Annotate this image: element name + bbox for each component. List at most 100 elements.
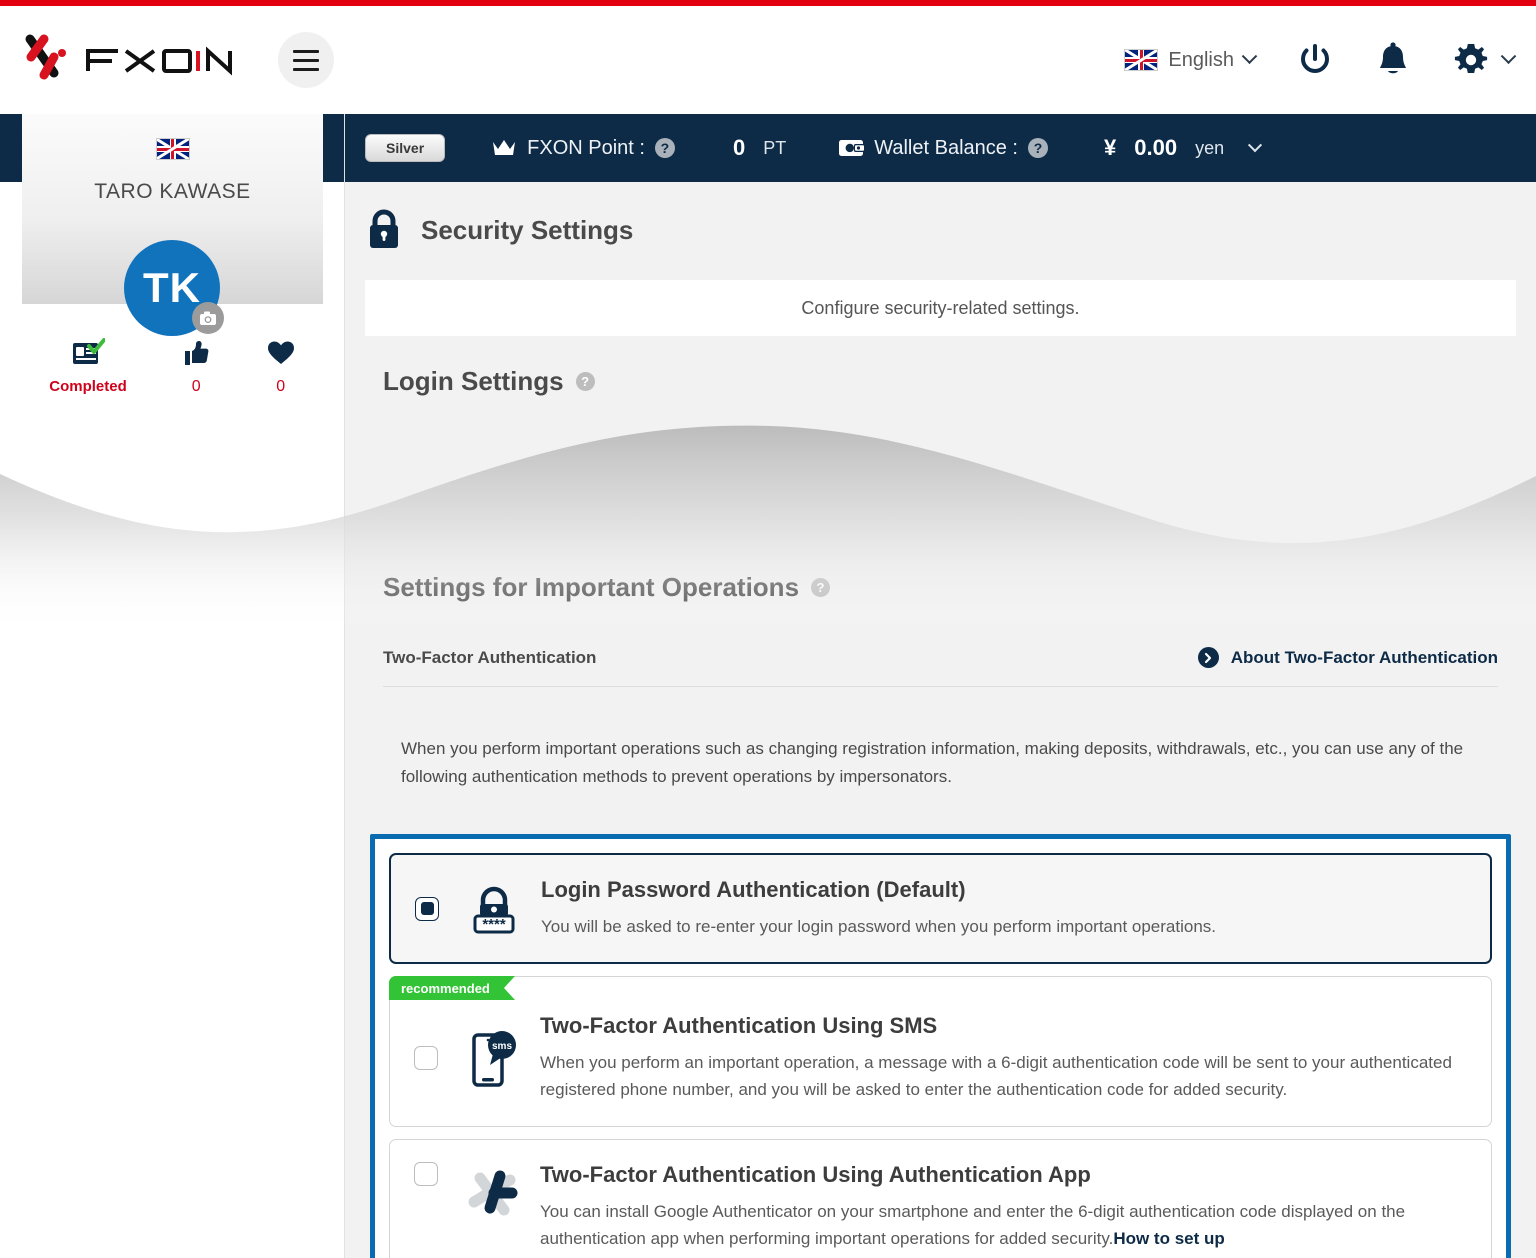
hamburger-line <box>293 67 319 71</box>
language-label: English <box>1168 48 1234 71</box>
login-settings-header: Login Settings ? <box>345 336 1536 397</box>
fxon-x-mark-icon <box>25 34 66 80</box>
important-ops-header: Settings for Important Operations ? <box>345 572 1536 603</box>
important-ops-heading: Settings for Important Operations <box>383 572 800 602</box>
uk-flag-icon <box>1124 49 1159 71</box>
fxon-point-label: FXON Point : <box>527 136 645 159</box>
notifications-button[interactable] <box>1375 40 1411 80</box>
chevron-right-circle-icon <box>1197 647 1219 668</box>
svg-text:****: **** <box>482 916 506 933</box>
auth-option-authenticator-app-desc: You can install Google Authenticator on … <box>540 1198 1473 1252</box>
sidebar-rail-left <box>0 114 22 182</box>
brand-logo[interactable] <box>20 31 234 89</box>
sidebar-rail-right <box>322 114 344 182</box>
power-button[interactable] <box>1295 40 1335 80</box>
wallet-currency-chevron-down-icon[interactable] <box>1248 138 1263 153</box>
auth-option-login-password-body: Login Password Authentication (Default) … <box>531 877 1472 940</box>
wallet-icon <box>839 140 865 156</box>
stat-favorites[interactable]: 0 <box>266 338 296 396</box>
two-factor-info-text: When you perform important operations su… <box>383 717 1498 811</box>
hamburger-line <box>293 49 319 53</box>
auth-option-login-password-radio[interactable] <box>415 896 439 921</box>
account-status-bar: Silver FXON Point : ? 0 PT Wallet Balanc… <box>345 114 1536 182</box>
app-header: English <box>0 6 1536 114</box>
bell-icon <box>1380 42 1406 74</box>
stat-favorites-label: 0 <box>276 378 286 395</box>
how-to-set-up-link[interactable]: How to set up <box>1113 1229 1224 1248</box>
rank-badge[interactable]: Silver <box>365 134 446 162</box>
recommended-badge: recommended <box>389 976 515 1001</box>
phone-sms-icon: sms <box>456 1023 530 1093</box>
fxon-point-help-icon[interactable]: ? <box>654 138 675 158</box>
language-selector[interactable]: English <box>1124 47 1258 72</box>
stat-verification-label: Completed <box>49 378 127 395</box>
about-two-factor-link[interactable]: About Two-Factor Authentication <box>1197 647 1498 668</box>
wallet-balance-label: Wallet Balance : <box>874 136 1018 159</box>
login-settings-heading: Login Settings <box>383 366 564 396</box>
auth-option-sms-radio[interactable] <box>414 1046 438 1071</box>
wallet-currency-unit: yen <box>1195 137 1225 158</box>
stat-likes-label: 0 <box>191 378 201 395</box>
page-description-card: Configure security-related settings. <box>365 280 1516 336</box>
app-window: English TARO KAWASE TK Completed 0 0 Sil… <box>0 0 1536 1258</box>
page-title: Security Settings <box>421 214 634 245</box>
avatar-upload-button[interactable] <box>192 302 224 334</box>
header-actions: English <box>1124 40 1536 80</box>
hamburger-line <box>293 58 319 62</box>
auth-option-authenticator-app-body: Two-Factor Authentication Using Authenti… <box>530 1162 1473 1252</box>
auth-option-authenticator-app-radio[interactable] <box>414 1161 438 1186</box>
chevron-down-icon <box>1241 47 1258 64</box>
important-ops-help-icon[interactable]: ? <box>811 578 831 597</box>
wallet-balance-group: Wallet Balance : ? ¥ 0.00 yen <box>838 135 1263 161</box>
wallet-balance-value: 0.00 <box>1134 135 1178 160</box>
important-operations-section: Settings for Important Operations ? Two-… <box>345 572 1536 1258</box>
lock-icon <box>370 209 398 248</box>
auth-option-sms[interactable]: recommended sms Two-Factor Authenticatio… <box>389 976 1492 1127</box>
auth-option-sms-title: Two-Factor Authentication Using SMS <box>540 1013 938 1039</box>
camera-icon <box>200 311 216 325</box>
two-factor-label-row: Two-Factor Authentication About Two-Fact… <box>383 647 1498 687</box>
page-description: Configure security-related settings. <box>801 297 1080 318</box>
padlock-asterisks-icon: **** <box>457 878 531 940</box>
fxon-point-unit: PT <box>763 137 787 158</box>
wallet-currency-symbol: ¥ <box>1104 135 1117 160</box>
auth-option-login-password-desc: You will be asked to re-enter your login… <box>541 917 1217 937</box>
sidebar: TARO KAWASE TK Completed 0 0 <box>0 114 345 1258</box>
id-card-verified-icon <box>72 338 105 364</box>
wallet-balance-help-icon[interactable]: ? <box>1028 138 1048 158</box>
svg-text:sms: sms <box>492 1041 512 1052</box>
power-icon <box>1301 44 1329 73</box>
stat-verification[interactable]: Completed <box>49 338 127 395</box>
settings-menu-button[interactable] <box>1451 40 1517 80</box>
profile-stats: Completed 0 0 <box>22 338 323 396</box>
crown-icon <box>493 140 516 155</box>
gear-icon <box>1454 44 1488 73</box>
menu-toggle-button[interactable] <box>278 32 334 88</box>
about-two-factor-label: About Two-Factor Authentication <box>1230 647 1498 667</box>
thumbs-up-icon <box>185 341 209 365</box>
auth-option-login-password[interactable]: **** Login Password Authentication (Defa… <box>389 853 1492 965</box>
app-body: TARO KAWASE TK Completed 0 0 Silver FXON… <box>0 114 1536 1258</box>
chevron-down-icon <box>1500 47 1517 64</box>
auth-option-authenticator-app[interactable]: Two-Factor Authentication Using Authenti… <box>389 1138 1492 1258</box>
auth-option-login-password-title: Login Password Authentication (Default) <box>541 877 966 903</box>
auth-methods-group: **** Login Password Authentication (Defa… <box>370 834 1511 1258</box>
auth-option-authenticator-app-desc-text: You can install Google Authenticator on … <box>540 1201 1406 1248</box>
avatar-container: TK <box>124 240 224 336</box>
two-factor-label: Two-Factor Authentication <box>383 647 597 667</box>
auth-option-authenticator-app-title: Two-Factor Authentication Using Authenti… <box>540 1161 1091 1187</box>
stat-likes[interactable]: 0 <box>181 338 211 396</box>
fxon-wordmark <box>86 46 232 76</box>
login-settings-help-icon[interactable]: ? <box>575 372 595 391</box>
fxon-point-group: FXON Point : ? 0 PT <box>491 135 786 161</box>
auth-option-sms-body: Two-Factor Authentication Using SMS When… <box>530 1013 1473 1103</box>
fxon-point-value: 0 <box>732 135 746 160</box>
authenticator-star-icon <box>456 1162 530 1224</box>
page-title-row: Security Settings <box>345 182 1536 252</box>
sidebar-uk-flag-icon[interactable] <box>155 138 190 160</box>
auth-option-sms-desc: When you perform an important operation,… <box>540 1053 1452 1100</box>
heart-icon <box>267 341 294 364</box>
user-name: TARO KAWASE <box>94 180 251 203</box>
settings-content: Security Settings Configure security-rel… <box>345 182 1536 1258</box>
main-content: Silver FXON Point : ? 0 PT Wallet Balanc… <box>345 114 1536 1258</box>
